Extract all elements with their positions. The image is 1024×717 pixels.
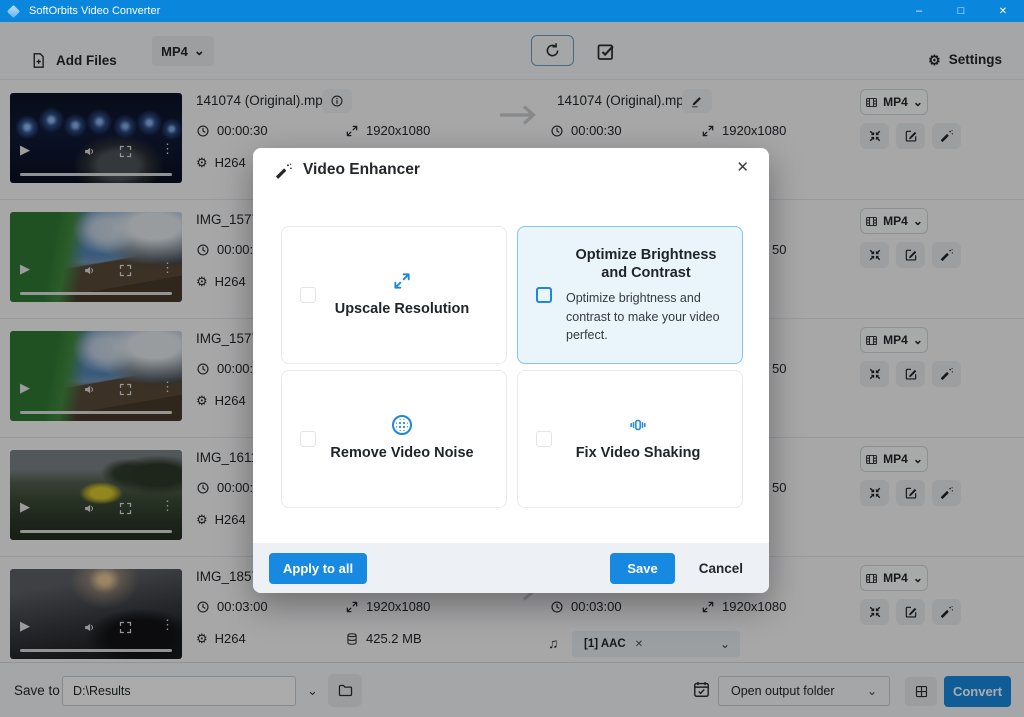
option-title: Optimize Brightness and Contrast	[566, 246, 726, 282]
option-optimize-brightness[interactable]: Optimize Brightness and Contrast Optimiz…	[517, 226, 743, 364]
window-title: SoftOrbits Video Converter	[29, 5, 160, 17]
apply-to-all-button[interactable]: Apply to all	[269, 553, 367, 584]
minimize-button[interactable]: –	[898, 0, 940, 22]
close-button[interactable]: ✕	[982, 0, 1024, 22]
option-description: Optimize brightness and contrast to make…	[566, 289, 726, 343]
upscale-icon	[392, 271, 412, 291]
magic-wand-icon	[275, 162, 293, 180]
enhancer-options: Upscale Resolution Optimize Brightness a…	[281, 226, 743, 508]
cancel-button[interactable]: Cancel	[689, 553, 753, 584]
shake-icon	[628, 415, 648, 435]
title-bar: SoftOrbits Video Converter – □ ✕	[0, 0, 1024, 22]
video-enhancer-dialog: Video Enhancer ✕ Upscale Resolution Opti…	[253, 148, 769, 593]
dialog-header: Video Enhancer ✕	[253, 148, 769, 196]
close-icon[interactable]: ✕	[736, 158, 749, 176]
optimize-checkbox[interactable]	[536, 287, 552, 303]
dialog-title: Video Enhancer	[303, 161, 420, 179]
option-title: Upscale Resolution	[335, 300, 470, 318]
option-upscale-resolution[interactable]: Upscale Resolution	[281, 226, 507, 364]
option-title: Remove Video Noise	[330, 444, 473, 462]
option-remove-noise[interactable]: Remove Video Noise	[281, 370, 507, 508]
shaking-checkbox[interactable]	[536, 431, 552, 447]
app-icon	[7, 4, 20, 17]
noise-icon	[392, 415, 412, 435]
save-button[interactable]: Save	[610, 553, 674, 584]
dialog-footer: Apply to all Save Cancel	[253, 543, 769, 593]
option-title: Fix Video Shaking	[576, 444, 701, 462]
upscale-checkbox[interactable]	[300, 287, 316, 303]
option-fix-shaking[interactable]: Fix Video Shaking	[517, 370, 743, 508]
noise-checkbox[interactable]	[300, 431, 316, 447]
maximize-button[interactable]: □	[940, 0, 982, 22]
app-window: SoftOrbits Video Converter – □ ✕ Add Fil…	[0, 0, 1024, 717]
